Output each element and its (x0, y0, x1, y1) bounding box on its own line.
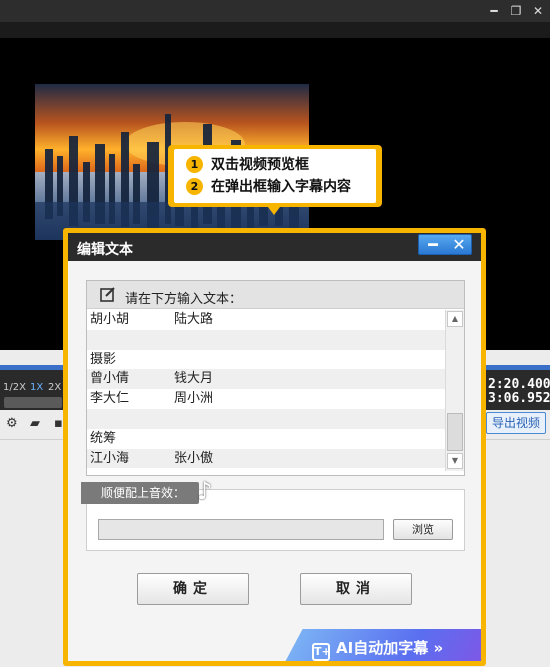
sound-file-field[interactable] (98, 519, 384, 540)
text-line-col2: 陆大路 (174, 312, 214, 327)
zoom-1x[interactable]: 1X (30, 382, 43, 393)
subtitle-text-area[interactable]: 胡小胡 陆大路摄影曾小倩 钱大月李大仁 周小洲统筹江小海 张小傲 (87, 310, 446, 471)
text-panel-label: 请在下方输入文本： (125, 292, 243, 307)
restore-icon[interactable]: ❐ (508, 3, 524, 19)
music-note-icon: ♪ (197, 477, 213, 505)
export-video-button[interactable]: 导出视频 (486, 412, 546, 434)
text-line[interactable]: 摄影 (87, 350, 446, 370)
text-line-col1: 李大仁 (90, 391, 130, 407)
text-line-col2: 周小洲 (174, 391, 214, 407)
text-line[interactable]: 胡小胡 陆大路 (87, 310, 446, 330)
zoom-half[interactable]: 1/2X (3, 382, 26, 393)
ok-button[interactable]: 确定 (137, 573, 249, 605)
text-line-col1: 摄影 (90, 351, 117, 367)
folder-icon[interactable]: ▰ (30, 417, 44, 430)
cancel-button[interactable]: 取消 (300, 573, 412, 605)
text-line[interactable]: 江小海 张小傲 (87, 448, 446, 469)
text-input-panel: 请在下方输入文本： 胡小胡 陆大路摄影曾小倩 钱大月李大仁 周小洲统筹江小海 张小傲 ▲… (86, 280, 465, 476)
edit-icon (100, 287, 115, 302)
seek-slider[interactable] (4, 397, 62, 408)
text-scrollbar[interactable]: ▲ ▼ (445, 310, 464, 471)
text-panel-header: 请在下方输入文本： (87, 281, 464, 309)
text-line-col1: 胡小胡 (90, 312, 130, 327)
text-line[interactable]: 统筹 (87, 429, 446, 449)
text-line-col2: 张小傲 (174, 450, 214, 466)
scroll-down-icon[interactable]: ▼ (447, 453, 463, 469)
text-line-col1: 统筹 (90, 430, 117, 446)
ai-subtitle-icon: T+ (312, 643, 331, 661)
dialog-minimize-icon[interactable]: ━ (420, 235, 446, 254)
text-line-col1: 江小海 (90, 450, 130, 466)
text-line-col2: 钱大月 (174, 371, 214, 387)
text-line[interactable] (87, 408, 446, 429)
edit-text-dialog: 编辑文本 ━ ✕ 请在下方输入文本： 胡小胡 陆大路摄影曾小倩 钱大月李大仁 周小洲统… (63, 228, 486, 666)
dialog-title-bar[interactable]: 编辑文本 ━ ✕ (68, 233, 481, 261)
text-line[interactable] (87, 329, 446, 350)
dialog-window-buttons: ━ ✕ (418, 234, 472, 255)
text-line[interactable]: 李大仁 周小洲 (87, 389, 446, 409)
minimize-icon[interactable]: ━ (486, 3, 502, 19)
text-line-col1: 曾小倩 (90, 371, 130, 387)
title-bar: ━ ❐ ✕ (0, 0, 550, 22)
time-current: 2:20.400 (488, 377, 550, 392)
dialog-close-icon[interactable]: ✕ (446, 235, 472, 254)
double-chevron-icon: » (433, 639, 444, 657)
sound-effect-panel: 顺便配上音效： ♪ 浏览 (81, 478, 465, 551)
scroll-up-icon[interactable]: ▲ (447, 311, 463, 327)
instruction-tooltip: 1 双击视频预览框 2 在弹出框输入字幕内容 (168, 145, 382, 207)
tooltip-arrow (268, 207, 280, 215)
ai-subtitle-label[interactable]: T+ AI自动加字幕 » (312, 637, 443, 661)
settings-icon[interactable]: ⚙ (6, 417, 20, 430)
sound-effect-label: 顺便配上音效： (81, 482, 200, 504)
dialog-title: 编辑文本 (77, 242, 133, 258)
tooltip-step-1: 1 双击视频预览框 (186, 155, 309, 175)
close-icon[interactable]: ✕ (530, 3, 546, 19)
zoom-2x[interactable]: 2X (48, 382, 61, 393)
tooltip-step-2: 2 在弹出框输入字幕内容 (186, 177, 351, 197)
scroll-thumb[interactable] (447, 413, 463, 451)
time-total: 3:06.952 (488, 391, 550, 406)
browse-button[interactable]: 浏览 (393, 519, 453, 540)
text-line[interactable]: 曾小倩 钱大月 (87, 369, 446, 390)
